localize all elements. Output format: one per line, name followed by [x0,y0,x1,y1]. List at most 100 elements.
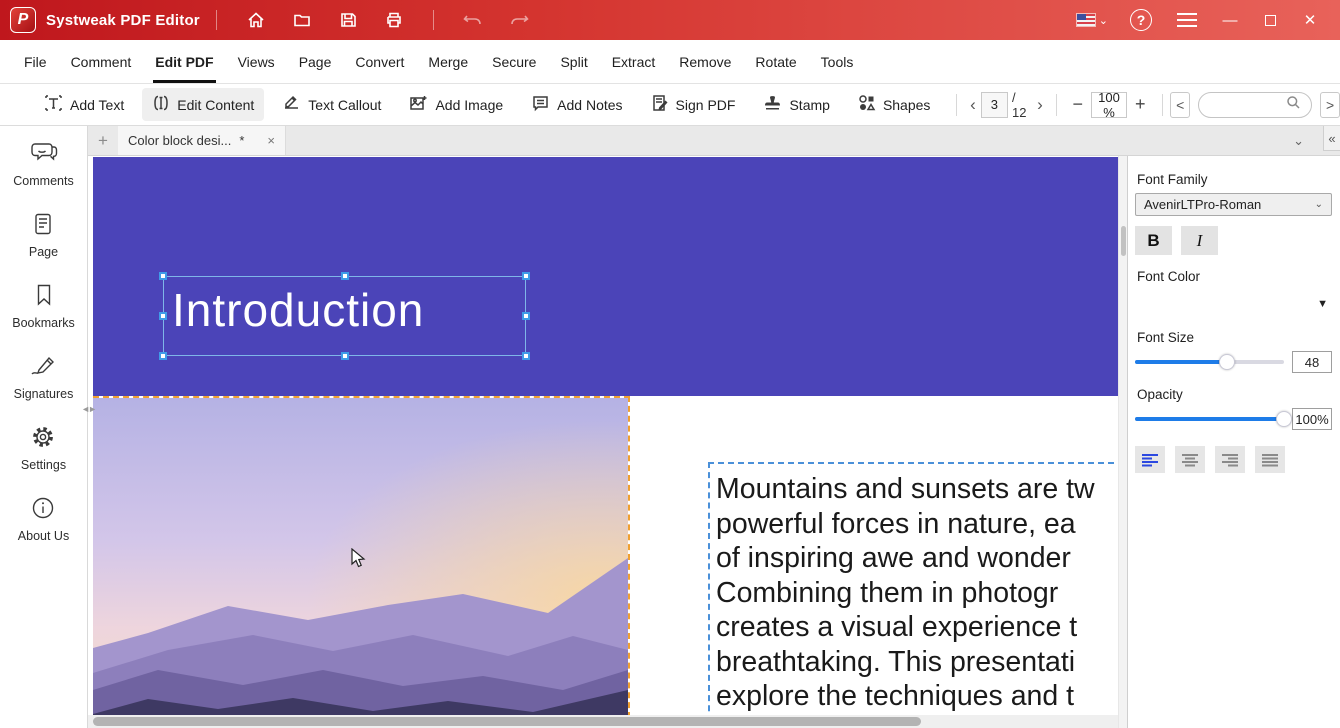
menu-split[interactable]: Split [548,40,599,83]
document-tab[interactable]: Color block desi... * × [118,126,286,155]
sidebar-item-comments[interactable]: Comments [13,140,73,188]
zoom-out-button[interactable]: − [1064,94,1091,115]
body-line: explore the techniques and t [716,679,1118,714]
font-color-swatch[interactable]: ▼ [1135,290,1332,324]
align-right-button[interactable] [1215,446,1245,473]
title-bar: P Systweak PDF Editor ⌄ ? — ✕ [0,0,1340,40]
heading-text[interactable]: Introduction [172,283,424,337]
menu-tools[interactable]: Tools [809,40,866,83]
save-icon[interactable] [331,6,365,34]
resize-handle-bottom-right[interactable] [522,352,530,360]
home-icon[interactable] [239,6,273,34]
selected-text-box[interactable]: Introduction [163,276,526,356]
redo-icon[interactable] [502,6,536,34]
text-callout-button[interactable]: Text Callout [272,88,391,121]
align-center-button[interactable] [1175,446,1205,473]
resize-handle-top-left[interactable] [159,272,167,280]
edit-toolbar: Add Text Edit Content Text Callout Add I… [0,84,1340,126]
maximize-button[interactable] [1250,6,1290,34]
opacity-slider-thumb[interactable] [1276,411,1292,427]
resize-handle-bottom-middle[interactable] [341,352,349,360]
menu-remove[interactable]: Remove [667,40,743,83]
body-line: breathtaking. This presentati [716,645,1118,680]
resize-handle-middle-right[interactable] [522,312,530,320]
help-icon[interactable]: ? [1124,6,1158,34]
opacity-slider[interactable] [1135,412,1284,426]
search-input[interactable] [1198,92,1312,118]
menu-secure[interactable]: Secure [480,40,548,83]
opacity-label: Opacity [1137,387,1332,402]
undo-icon[interactable] [456,6,490,34]
language-flag-icon[interactable] [1077,14,1095,26]
font-color-chevron-down-icon[interactable]: ▼ [1317,298,1328,310]
tab-close-icon[interactable]: × [267,133,275,148]
resize-handle-middle-left[interactable] [159,312,167,320]
menu-convert[interactable]: Convert [343,40,416,83]
menu-file[interactable]: File [12,40,59,83]
tab-bar: + Color block desi... * × ⌄ « [88,126,1340,156]
font-size-input[interactable]: 48 [1292,351,1332,373]
sidebar-item-signatures[interactable]: Signatures [14,353,74,401]
horizontal-scrollbar[interactable] [88,715,1118,728]
align-left-button[interactable] [1135,446,1165,473]
menu-comment[interactable]: Comment [59,40,144,83]
sidebar-item-bookmarks[interactable]: Bookmarks [12,282,75,330]
add-notes-icon [531,94,550,115]
italic-button[interactable]: I [1181,226,1218,255]
font-size-slider-thumb[interactable] [1219,354,1235,370]
menu-page[interactable]: Page [287,40,344,83]
document-canvas[interactable]: Introduction [88,156,1118,728]
page-icon [30,211,56,240]
shapes-icon [858,94,876,115]
page-number-input[interactable]: 3 [981,92,1008,118]
zoom-level-input[interactable]: 100 % [1091,92,1127,118]
resize-handle-bottom-left[interactable] [159,352,167,360]
menu-rotate[interactable]: Rotate [743,40,808,83]
font-size-slider[interactable] [1135,355,1284,369]
sidebar-item-page[interactable]: Page [29,211,58,259]
resize-handle-top-middle[interactable] [341,272,349,280]
body-line: Mountains and sunsets are tw [716,472,1118,507]
minimize-button[interactable]: — [1210,6,1250,34]
new-tab-button[interactable]: + [88,126,118,155]
panel-collapse-button[interactable]: « [1323,126,1340,151]
menu-merge[interactable]: Merge [416,40,480,83]
search-previous-button[interactable]: < [1170,92,1190,118]
sidebar-item-settings[interactable]: Settings [21,424,66,472]
edit-content-button[interactable]: Edit Content [142,88,264,121]
shapes-button[interactable]: Shapes [848,88,940,121]
align-justify-button[interactable] [1255,446,1285,473]
print-icon[interactable] [377,6,411,34]
menu-icon[interactable] [1170,6,1204,34]
add-text-button[interactable]: Add Text [34,88,134,121]
menu-extract[interactable]: Extract [600,40,668,83]
horizontal-scrollbar-thumb[interactable] [93,717,921,726]
opacity-input[interactable]: 100% [1292,408,1332,430]
sidebar-splitter-handle[interactable]: ◄► [81,404,95,414]
menu-views[interactable]: Views [226,40,287,83]
bold-button[interactable]: B [1135,226,1172,255]
sign-pdf-icon [651,94,669,115]
font-family-dropdown[interactable]: AvenirLTPro-Roman ⌄ [1135,193,1332,216]
language-chevron-down-icon[interactable]: ⌄ [1099,14,1108,27]
vertical-scrollbar-thumb[interactable] [1121,226,1126,256]
add-image-button[interactable]: Add Image [399,88,513,121]
resize-handle-top-right[interactable] [522,272,530,280]
sign-pdf-button[interactable]: Sign PDF [641,88,746,121]
tab-list-chevron-down-icon[interactable]: ⌄ [1293,126,1304,155]
add-notes-button[interactable]: Add Notes [521,88,632,121]
menu-edit-pdf[interactable]: Edit PDF [143,40,225,83]
divider [433,10,434,30]
zoom-in-button[interactable]: + [1127,94,1154,115]
stamp-button[interactable]: Stamp [753,88,839,121]
page-total-label: / 12 [1012,90,1028,120]
add-text-icon [44,94,63,115]
search-next-button[interactable]: > [1320,92,1340,118]
body-text-box[interactable]: Mountains and sunsets are tw powerful fo… [708,462,1118,728]
close-button[interactable]: ✕ [1290,6,1330,34]
sidebar-item-about[interactable]: About Us [18,495,69,543]
next-page-button[interactable]: › [1032,95,1048,115]
open-folder-icon[interactable] [285,6,319,34]
previous-page-button[interactable]: ‹ [965,95,981,115]
vertical-scrollbar[interactable] [1118,156,1127,728]
